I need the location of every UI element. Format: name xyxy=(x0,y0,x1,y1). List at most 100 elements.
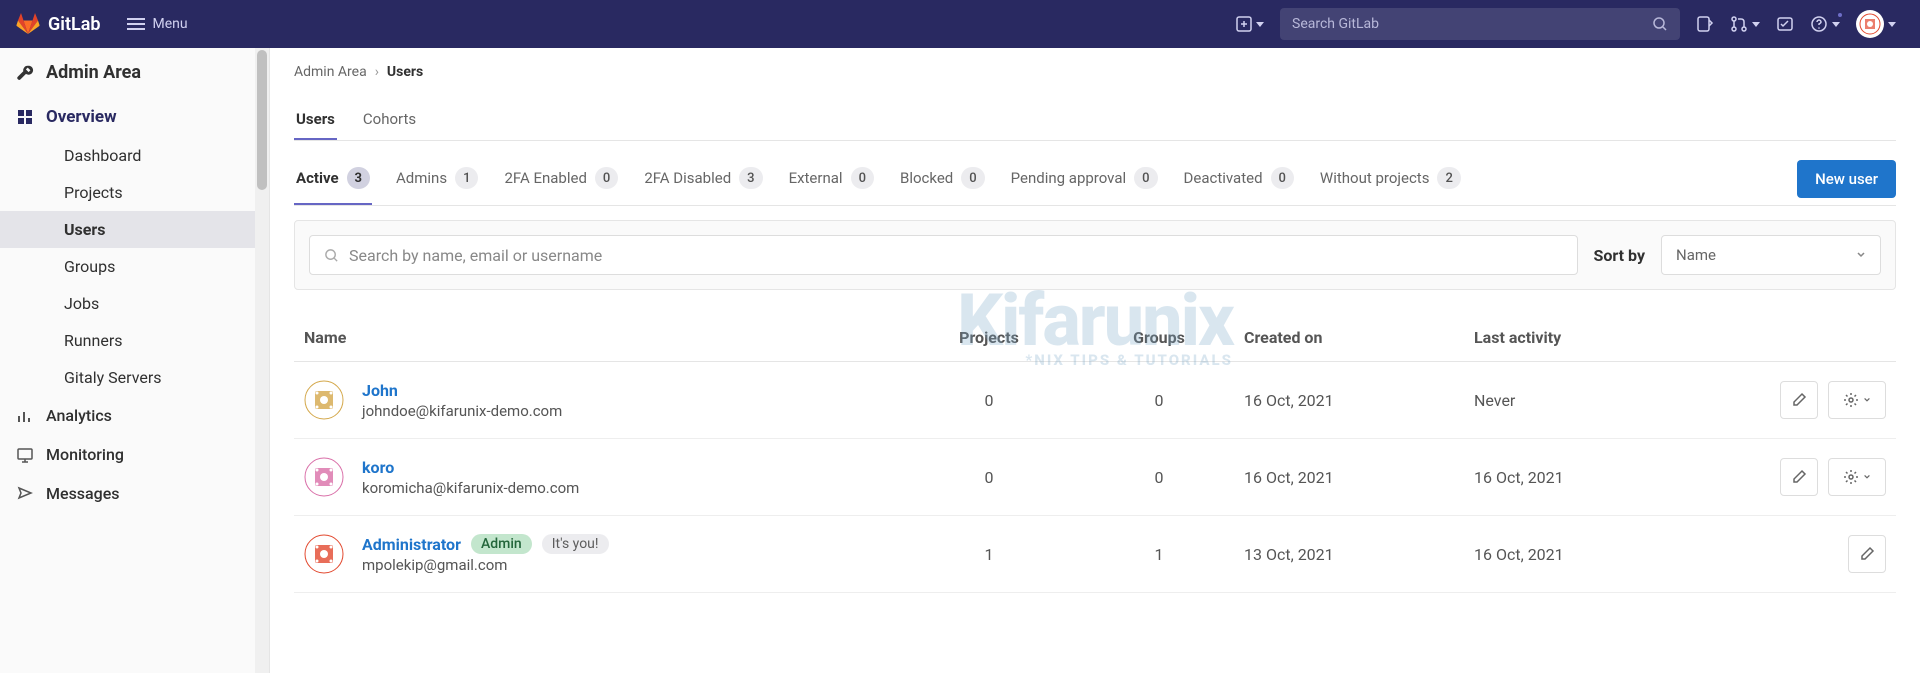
user-menu-dropdown[interactable] xyxy=(1848,7,1904,41)
breadcrumb: Admin Area › Users xyxy=(294,64,1896,80)
user-handle: mpolekip@gmail.com xyxy=(362,556,609,574)
cell-created: 16 Oct, 2021 xyxy=(1244,391,1474,410)
user-name-link[interactable]: Administrator xyxy=(362,535,461,554)
th-activity[interactable]: Last activity xyxy=(1474,328,1714,347)
search-sort-bar: Sort by Name xyxy=(294,220,1896,290)
edit-user-button[interactable] xyxy=(1848,535,1886,573)
notification-dot xyxy=(1836,11,1844,19)
create-new-dropdown[interactable] xyxy=(1228,7,1272,41)
user-actions-dropdown[interactable] xyxy=(1828,381,1886,419)
search-icon xyxy=(324,248,339,263)
th-groups[interactable]: Groups xyxy=(1074,328,1244,347)
user-badge: It's you! xyxy=(542,534,609,554)
breadcrumb-parent[interactable]: Admin Area xyxy=(294,64,367,80)
user-search-box[interactable] xyxy=(309,235,1578,275)
user-avatar[interactable] xyxy=(304,457,344,497)
sidebar-section-overview[interactable]: Overview xyxy=(0,97,255,137)
sidebar-item-runners[interactable]: Runners xyxy=(0,322,255,359)
th-created[interactable]: Created on xyxy=(1244,328,1474,347)
user-actions-dropdown[interactable] xyxy=(1828,458,1886,496)
merge-requests-dropdown[interactable] xyxy=(1722,7,1768,41)
count-badge: 3 xyxy=(739,167,762,189)
new-user-button[interactable]: New user xyxy=(1797,160,1896,198)
chevron-down-icon xyxy=(1832,22,1840,27)
gitlab-logo-icon[interactable] xyxy=(16,12,40,36)
filter-pending-approval[interactable]: Pending approval0 xyxy=(1009,153,1160,205)
filter-deactivated[interactable]: Deactivated0 xyxy=(1182,153,1296,205)
filter-active[interactable]: Active3 xyxy=(294,153,372,205)
cell-projects: 0 xyxy=(904,391,1074,410)
edit-user-button[interactable] xyxy=(1780,381,1818,419)
cell-activity: 16 Oct, 2021 xyxy=(1474,468,1714,487)
breadcrumb-current: Users xyxy=(387,64,423,80)
sort-dropdown[interactable]: Name xyxy=(1661,235,1881,275)
count-badge: 3 xyxy=(347,167,370,189)
user-search-input[interactable] xyxy=(349,246,1563,265)
cell-activity: 16 Oct, 2021 xyxy=(1474,545,1714,564)
cell-created: 13 Oct, 2021 xyxy=(1244,545,1474,564)
main-content: Kifarunix *NIX TIPS & TUTORIALS Admin Ar… xyxy=(270,48,1920,673)
menu-label: Menu xyxy=(153,16,188,32)
filter-admins[interactable]: Admins1 xyxy=(394,153,480,205)
analytics-icon xyxy=(16,407,34,425)
sidebar-item-dashboard[interactable]: Dashboard xyxy=(0,137,255,174)
filter-external[interactable]: External0 xyxy=(787,153,876,205)
sidebar-context-header[interactable]: Admin Area xyxy=(0,48,255,97)
global-search-input[interactable] xyxy=(1292,16,1652,32)
sidebar-section-messages[interactable]: Messages xyxy=(0,474,255,513)
cell-groups: 1 xyxy=(1074,545,1244,564)
user-avatar[interactable] xyxy=(304,380,344,420)
user-name-link[interactable]: John xyxy=(362,381,398,400)
table-row: Johnjohndoe@kifarunix-demo.com0016 Oct, … xyxy=(294,362,1896,439)
monitoring-icon xyxy=(16,446,34,464)
user-name-link[interactable]: koro xyxy=(362,458,394,477)
sidebar-section-label: Overview xyxy=(46,107,117,127)
brand-name[interactable]: GitLab xyxy=(48,14,101,35)
help-dropdown[interactable] xyxy=(1802,7,1848,41)
overview-icon xyxy=(16,108,34,126)
sidebar-item-users[interactable]: Users xyxy=(0,211,255,248)
filter-2fa-enabled[interactable]: 2FA Enabled0 xyxy=(502,153,620,205)
sidebar-section-monitoring[interactable]: Monitoring xyxy=(0,435,255,474)
sidebar-section-analytics[interactable]: Analytics xyxy=(0,396,255,435)
sidebar-item-gitaly-servers[interactable]: Gitaly Servers xyxy=(0,359,255,396)
chevron-down-icon xyxy=(1888,22,1896,27)
filter-blocked[interactable]: Blocked0 xyxy=(898,153,987,205)
user-badge: Admin xyxy=(471,534,532,554)
count-badge: 1 xyxy=(455,167,478,189)
sidebar-scrollbar[interactable] xyxy=(255,48,269,673)
search-icon xyxy=(1652,16,1668,32)
tab-cohorts[interactable]: Cohorts xyxy=(361,100,418,140)
user-avatar[interactable] xyxy=(304,534,344,574)
global-search[interactable] xyxy=(1280,8,1680,40)
sidebar-item-jobs[interactable]: Jobs xyxy=(0,285,255,322)
cell-created: 16 Oct, 2021 xyxy=(1244,468,1474,487)
issues-icon[interactable] xyxy=(1688,7,1722,41)
tab-users[interactable]: Users xyxy=(294,100,337,140)
main-tabs: Users Cohorts xyxy=(294,100,1896,141)
admin-sidebar: Admin Area Overview DashboardProjectsUse… xyxy=(0,48,270,673)
users-table: Name Projects Groups Created on Last act… xyxy=(294,314,1896,593)
menu-toggle[interactable]: Menu xyxy=(117,10,198,38)
sort-by-label: Sort by xyxy=(1594,246,1646,265)
user-handle: johndoe@kifarunix-demo.com xyxy=(362,402,562,420)
filter-without-projects[interactable]: Without projects2 xyxy=(1318,153,1463,205)
chevron-down-icon xyxy=(1856,250,1866,260)
filter-row: Active3 Admins1 2FA Enabled0 2FA Disabled3 E… xyxy=(294,153,1896,206)
filter-2fa-disabled[interactable]: 2FA Disabled3 xyxy=(642,153,764,205)
th-name[interactable]: Name xyxy=(304,328,904,347)
th-projects[interactable]: Projects xyxy=(904,328,1074,347)
edit-user-button[interactable] xyxy=(1780,458,1818,496)
wrench-icon xyxy=(16,64,34,82)
count-badge: 0 xyxy=(961,167,984,189)
count-badge: 2 xyxy=(1437,167,1460,189)
sidebar-item-projects[interactable]: Projects xyxy=(0,174,255,211)
user-handle: koromicha@kifarunix-demo.com xyxy=(362,479,579,497)
chevron-down-icon xyxy=(1752,22,1760,27)
sidebar-item-groups[interactable]: Groups xyxy=(0,248,255,285)
todos-icon[interactable] xyxy=(1768,7,1802,41)
messages-icon xyxy=(16,485,34,503)
hamburger-icon xyxy=(127,23,145,25)
count-badge: 0 xyxy=(1134,167,1157,189)
sidebar-context-label: Admin Area xyxy=(46,62,141,83)
